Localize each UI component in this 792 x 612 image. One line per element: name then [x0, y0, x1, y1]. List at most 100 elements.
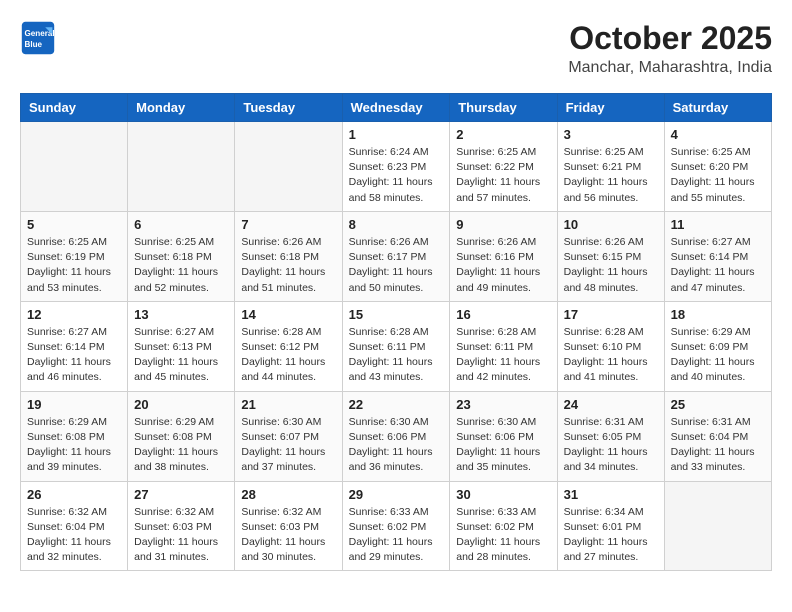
day-info: Sunrise: 6:27 AM Sunset: 6:14 PM Dayligh… — [27, 325, 121, 386]
day-info: Sunrise: 6:30 AM Sunset: 6:06 PM Dayligh… — [349, 415, 444, 476]
logo-icon: General Blue — [20, 20, 56, 56]
location-title: Manchar, Maharashtra, India — [568, 59, 772, 77]
calendar-cell: 20 Sunrise: 6:29 AM Sunset: 6:08 PM Dayli… — [128, 391, 235, 481]
day-info: Sunrise: 6:33 AM Sunset: 6:02 PM Dayligh… — [349, 505, 444, 566]
day-info: Sunrise: 6:27 AM Sunset: 6:14 PM Dayligh… — [671, 235, 765, 296]
day-info: Sunrise: 6:26 AM Sunset: 6:16 PM Dayligh… — [456, 235, 550, 296]
calendar-table: SundayMondayTuesdayWednesdayThursdayFrid… — [20, 93, 772, 571]
weekday-header-friday: Friday — [557, 94, 664, 122]
day-number: 13 — [134, 307, 228, 322]
day-number: 4 — [671, 127, 765, 142]
calendar-week-row: 12 Sunrise: 6:27 AM Sunset: 6:14 PM Dayli… — [21, 301, 772, 391]
calendar-cell: 6Sunrise: 6:25 AM Sunset: 6:18 PM Daylig… — [128, 211, 235, 301]
day-info: Sunrise: 6:32 AM Sunset: 6:04 PM Dayligh… — [27, 505, 121, 566]
calendar-cell: 31Sunrise: 6:34 AM Sunset: 6:01 PM Dayli… — [557, 481, 664, 571]
day-info: Sunrise: 6:30 AM Sunset: 6:07 PM Dayligh… — [241, 415, 335, 476]
day-info: Sunrise: 6:25 AM Sunset: 6:22 PM Dayligh… — [456, 145, 550, 206]
day-number: 3 — [564, 127, 658, 142]
day-number: 21 — [241, 397, 335, 412]
weekday-header-monday: Monday — [128, 94, 235, 122]
calendar-cell: 29 Sunrise: 6:33 AM Sunset: 6:02 PM Dayli… — [342, 481, 450, 571]
day-number: 9 — [456, 217, 550, 232]
calendar-cell: 10 Sunrise: 6:26 AM Sunset: 6:15 PM Dayli… — [557, 211, 664, 301]
day-info: Sunrise: 6:24 AM Sunset: 6:23 PM Dayligh… — [349, 145, 444, 206]
weekday-header-wednesday: Wednesday — [342, 94, 450, 122]
calendar-cell: 22 Sunrise: 6:30 AM Sunset: 6:06 PM Dayli… — [342, 391, 450, 481]
calendar-cell: 1 Sunrise: 6:24 AM Sunset: 6:23 PM Daylig… — [342, 122, 450, 212]
calendar-week-row: 19Sunrise: 6:29 AM Sunset: 6:08 PM Dayli… — [21, 391, 772, 481]
svg-text:Blue: Blue — [25, 40, 43, 49]
day-info: Sunrise: 6:26 AM Sunset: 6:17 PM Dayligh… — [349, 235, 444, 296]
calendar-cell: 30 Sunrise: 6:33 AM Sunset: 6:02 PM Dayli… — [450, 481, 557, 571]
day-number: 29 — [349, 487, 444, 502]
calendar-cell: 2 Sunrise: 6:25 AM Sunset: 6:22 PM Daylig… — [450, 122, 557, 212]
calendar-cell: 11 Sunrise: 6:27 AM Sunset: 6:14 PM Dayli… — [664, 211, 771, 301]
day-info: Sunrise: 6:31 AM Sunset: 6:05 PM Dayligh… — [564, 415, 658, 476]
day-info: Sunrise: 6:28 AM Sunset: 6:10 PM Dayligh… — [564, 325, 658, 386]
day-number: 30 — [456, 487, 550, 502]
title-area: October 2025 Manchar, Maharashtra, India — [568, 20, 772, 77]
day-number: 28 — [241, 487, 335, 502]
day-info: Sunrise: 6:25 AM Sunset: 6:19 PM Dayligh… — [27, 235, 121, 296]
weekday-header-saturday: Saturday — [664, 94, 771, 122]
day-number: 1 — [349, 127, 444, 142]
day-info: Sunrise: 6:29 AM Sunset: 6:09 PM Dayligh… — [671, 325, 765, 386]
calendar-cell: 18Sunrise: 6:29 AM Sunset: 6:09 PM Dayli… — [664, 301, 771, 391]
day-info: Sunrise: 6:29 AM Sunset: 6:08 PM Dayligh… — [27, 415, 121, 476]
day-number: 11 — [671, 217, 765, 232]
calendar-cell: 12 Sunrise: 6:27 AM Sunset: 6:14 PM Dayli… — [21, 301, 128, 391]
calendar-cell — [664, 481, 771, 571]
day-info: Sunrise: 6:26 AM Sunset: 6:18 PM Dayligh… — [241, 235, 335, 296]
calendar-cell: 17Sunrise: 6:28 AM Sunset: 6:10 PM Dayli… — [557, 301, 664, 391]
calendar-cell: 23 Sunrise: 6:30 AM Sunset: 6:06 PM Dayli… — [450, 391, 557, 481]
day-number: 8 — [349, 217, 444, 232]
day-number: 24 — [564, 397, 658, 412]
page-header: General Blue October 2025 Manchar, Mahar… — [20, 20, 772, 77]
calendar-week-row: 1 Sunrise: 6:24 AM Sunset: 6:23 PM Daylig… — [21, 122, 772, 212]
calendar-cell: 27 Sunrise: 6:32 AM Sunset: 6:03 PM Dayli… — [128, 481, 235, 571]
calendar-week-row: 26 Sunrise: 6:32 AM Sunset: 6:04 PM Dayli… — [21, 481, 772, 571]
day-info: Sunrise: 6:25 AM Sunset: 6:20 PM Dayligh… — [671, 145, 765, 206]
day-number: 12 — [27, 307, 121, 322]
calendar-cell: 15Sunrise: 6:28 AM Sunset: 6:11 PM Dayli… — [342, 301, 450, 391]
day-number: 10 — [564, 217, 658, 232]
day-info: Sunrise: 6:29 AM Sunset: 6:08 PM Dayligh… — [134, 415, 228, 476]
month-title: October 2025 — [568, 20, 772, 57]
day-info: Sunrise: 6:32 AM Sunset: 6:03 PM Dayligh… — [241, 505, 335, 566]
weekday-header-sunday: Sunday — [21, 94, 128, 122]
day-number: 31 — [564, 487, 658, 502]
calendar-cell: 25Sunrise: 6:31 AM Sunset: 6:04 PM Dayli… — [664, 391, 771, 481]
day-number: 27 — [134, 487, 228, 502]
day-info: Sunrise: 6:32 AM Sunset: 6:03 PM Dayligh… — [134, 505, 228, 566]
day-info: Sunrise: 6:31 AM Sunset: 6:04 PM Dayligh… — [671, 415, 765, 476]
day-number: 2 — [456, 127, 550, 142]
day-number: 26 — [27, 487, 121, 502]
day-info: Sunrise: 6:28 AM Sunset: 6:11 PM Dayligh… — [456, 325, 550, 386]
calendar-cell: 26 Sunrise: 6:32 AM Sunset: 6:04 PM Dayli… — [21, 481, 128, 571]
day-info: Sunrise: 6:33 AM Sunset: 6:02 PM Dayligh… — [456, 505, 550, 566]
day-number: 23 — [456, 397, 550, 412]
calendar-cell: 19Sunrise: 6:29 AM Sunset: 6:08 PM Dayli… — [21, 391, 128, 481]
calendar-cell: 5Sunrise: 6:25 AM Sunset: 6:19 PM Daylig… — [21, 211, 128, 301]
weekday-header-row: SundayMondayTuesdayWednesdayThursdayFrid… — [21, 94, 772, 122]
day-number: 22 — [349, 397, 444, 412]
calendar-cell: 3Sunrise: 6:25 AM Sunset: 6:21 PM Daylig… — [557, 122, 664, 212]
calendar-cell: 14 Sunrise: 6:28 AM Sunset: 6:12 PM Dayli… — [235, 301, 342, 391]
calendar-cell — [128, 122, 235, 212]
logo: General Blue — [20, 20, 56, 56]
day-info: Sunrise: 6:28 AM Sunset: 6:12 PM Dayligh… — [241, 325, 335, 386]
day-number: 20 — [134, 397, 228, 412]
day-info: Sunrise: 6:26 AM Sunset: 6:15 PM Dayligh… — [564, 235, 658, 296]
calendar-cell: 21 Sunrise: 6:30 AM Sunset: 6:07 PM Dayli… — [235, 391, 342, 481]
calendar-cell: 24 Sunrise: 6:31 AM Sunset: 6:05 PM Dayli… — [557, 391, 664, 481]
day-info: Sunrise: 6:30 AM Sunset: 6:06 PM Dayligh… — [456, 415, 550, 476]
calendar-cell: 4 Sunrise: 6:25 AM Sunset: 6:20 PM Daylig… — [664, 122, 771, 212]
day-number: 14 — [241, 307, 335, 322]
weekday-header-tuesday: Tuesday — [235, 94, 342, 122]
calendar-cell — [235, 122, 342, 212]
day-info: Sunrise: 6:28 AM Sunset: 6:11 PM Dayligh… — [349, 325, 444, 386]
calendar-cell: 7 Sunrise: 6:26 AM Sunset: 6:18 PM Daylig… — [235, 211, 342, 301]
calendar-cell — [21, 122, 128, 212]
calendar-cell: 8 Sunrise: 6:26 AM Sunset: 6:17 PM Daylig… — [342, 211, 450, 301]
day-number: 7 — [241, 217, 335, 232]
